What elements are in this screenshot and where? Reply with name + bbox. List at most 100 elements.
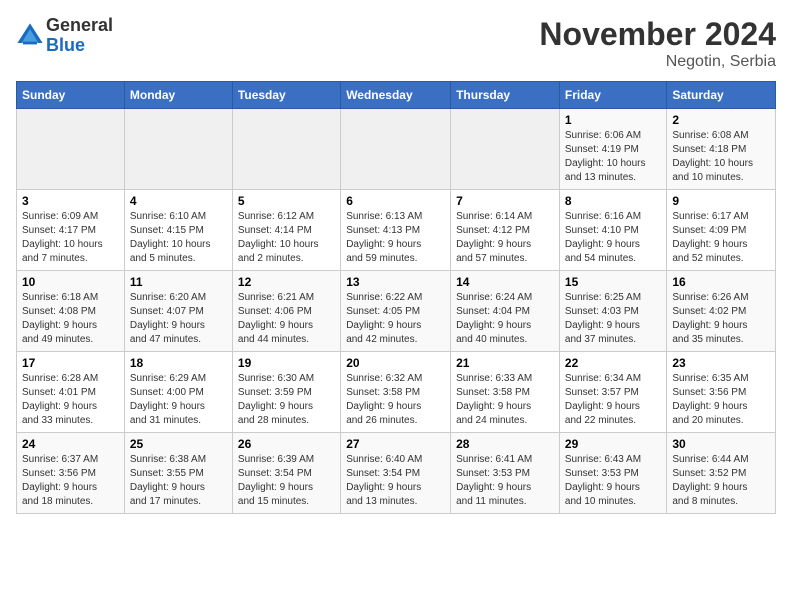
day-number: 30 [672,437,770,451]
day-number: 1 [565,113,661,127]
calendar-header: Sunday Monday Tuesday Wednesday Thursday… [17,82,776,109]
calendar-week-3: 10 Sunrise: 6:18 AM Sunset: 4:08 PM Dayli… [17,271,776,352]
header-saturday: Saturday [667,82,776,109]
calendar-cell-w4-d4: 20Sunrise: 6:32 AM Sunset: 3:58 PM Dayli… [341,352,451,433]
calendar-cell-w4-d6: 22 Sunrise: 6:34 AM Sunset: 3:57 PM Dayli… [559,352,666,433]
day-number: 23 [672,356,770,370]
calendar-cell-w5-d2: 25Sunrise: 6:38 AM Sunset: 3:55 PM Dayli… [124,433,232,514]
calendar-cell-w2-d2: 4 Sunrise: 6:10 AM Sunset: 4:15 PM Daylig… [124,190,232,271]
day-number: 18 [130,356,227,370]
calendar-cell-w1-d4 [341,109,451,190]
calendar-cell-w4-d5: 21 Sunrise: 6:33 AM Sunset: 3:58 PM Dayli… [451,352,560,433]
calendar-week-1: 1 Sunrise: 6:06 AM Sunset: 4:19 PM Daylig… [17,109,776,190]
header-thursday: Thursday [451,82,560,109]
day-info: Sunrise: 6:44 AM Sunset: 3:52 PM Dayligh… [672,453,770,509]
day-info: Sunrise: 6:35 AM Sunset: 3:56 PM Dayligh… [672,372,770,428]
calendar-cell-w2-d1: 3Sunrise: 6:09 AM Sunset: 4:17 PM Daylig… [17,190,125,271]
calendar-cell-w5-d4: 27Sunrise: 6:40 AM Sunset: 3:54 PM Dayli… [341,433,451,514]
logo-icon [16,22,44,50]
day-number: 24 [22,437,119,451]
day-info: Sunrise: 6:40 AM Sunset: 3:54 PM Dayligh… [346,453,445,509]
calendar-cell-w1-d5 [451,109,560,190]
calendar-cell-w3-d7: 16Sunrise: 6:26 AM Sunset: 4:02 PM Dayli… [667,271,776,352]
day-number: 14 [456,275,554,289]
day-info: Sunrise: 6:37 AM Sunset: 3:56 PM Dayligh… [22,453,119,509]
day-info: Sunrise: 6:20 AM Sunset: 4:07 PM Dayligh… [130,291,227,347]
day-number: 2 [672,113,770,127]
day-number: 22 [565,356,661,370]
day-info: Sunrise: 6:06 AM Sunset: 4:19 PM Dayligh… [565,129,661,185]
header-monday: Monday [124,82,232,109]
day-number: 17 [22,356,119,370]
day-number: 5 [238,194,335,208]
logo: General Blue [16,16,113,56]
day-info: Sunrise: 6:21 AM Sunset: 4:06 PM Dayligh… [238,291,335,347]
calendar-table: Sunday Monday Tuesday Wednesday Thursday… [16,81,776,514]
day-number: 21 [456,356,554,370]
calendar-week-5: 24 Sunrise: 6:37 AM Sunset: 3:56 PM Dayli… [17,433,776,514]
calendar-cell-w3-d6: 15 Sunrise: 6:25 AM Sunset: 4:03 PM Dayli… [559,271,666,352]
header-sunday: Sunday [17,82,125,109]
day-number: 4 [130,194,227,208]
day-number: 29 [565,437,661,451]
calendar-week-4: 17 Sunrise: 6:28 AM Sunset: 4:01 PM Dayli… [17,352,776,433]
day-info: Sunrise: 6:12 AM Sunset: 4:14 PM Dayligh… [238,210,335,266]
header-tuesday: Tuesday [232,82,340,109]
calendar-cell-w2-d5: 7 Sunrise: 6:14 AM Sunset: 4:12 PM Daylig… [451,190,560,271]
day-info: Sunrise: 6:08 AM Sunset: 4:18 PM Dayligh… [672,129,770,185]
day-number: 10 [22,275,119,289]
day-info: Sunrise: 6:28 AM Sunset: 4:01 PM Dayligh… [22,372,119,428]
day-info: Sunrise: 6:22 AM Sunset: 4:05 PM Dayligh… [346,291,445,347]
title-block: November 2024 Negotin, Serbia [539,16,776,71]
weekday-header-row: Sunday Monday Tuesday Wednesday Thursday… [17,82,776,109]
calendar-cell-w1-d6: 1 Sunrise: 6:06 AM Sunset: 4:19 PM Daylig… [559,109,666,190]
calendar-cell-w2-d7: 9 Sunrise: 6:17 AM Sunset: 4:09 PM Daylig… [667,190,776,271]
calendar-cell-w3-d2: 11 Sunrise: 6:20 AM Sunset: 4:07 PM Dayli… [124,271,232,352]
header-wednesday: Wednesday [341,82,451,109]
month-title: November 2024 [539,16,776,53]
day-number: 6 [346,194,445,208]
day-info: Sunrise: 6:18 AM Sunset: 4:08 PM Dayligh… [22,291,119,347]
calendar-cell-w1-d7: 2 Sunrise: 6:08 AM Sunset: 4:18 PM Daylig… [667,109,776,190]
calendar-cell-w1-d3 [232,109,340,190]
calendar-cell-w5-d7: 30 Sunrise: 6:44 AM Sunset: 3:52 PM Dayli… [667,433,776,514]
day-info: Sunrise: 6:24 AM Sunset: 4:04 PM Dayligh… [456,291,554,347]
day-info: Sunrise: 6:26 AM Sunset: 4:02 PM Dayligh… [672,291,770,347]
day-info: Sunrise: 6:10 AM Sunset: 4:15 PM Dayligh… [130,210,227,266]
day-number: 9 [672,194,770,208]
day-info: Sunrise: 6:39 AM Sunset: 3:54 PM Dayligh… [238,453,335,509]
calendar-cell-w1-d2 [124,109,232,190]
header-friday: Friday [559,82,666,109]
calendar-cell-w4-d3: 19Sunrise: 6:30 AM Sunset: 3:59 PM Dayli… [232,352,340,433]
calendar-week-2: 3Sunrise: 6:09 AM Sunset: 4:17 PM Daylig… [17,190,776,271]
logo-general-text: General [46,15,113,35]
day-number: 7 [456,194,554,208]
day-info: Sunrise: 6:25 AM Sunset: 4:03 PM Dayligh… [565,291,661,347]
day-number: 15 [565,275,661,289]
day-info: Sunrise: 6:14 AM Sunset: 4:12 PM Dayligh… [456,210,554,266]
calendar-cell-w2-d6: 8Sunrise: 6:16 AM Sunset: 4:10 PM Daylig… [559,190,666,271]
day-number: 12 [238,275,335,289]
calendar-cell-w3-d5: 14 Sunrise: 6:24 AM Sunset: 4:04 PM Dayli… [451,271,560,352]
calendar-cell-w3-d4: 13 Sunrise: 6:22 AM Sunset: 4:05 PM Dayli… [341,271,451,352]
day-number: 13 [346,275,445,289]
calendar-body: 1 Sunrise: 6:06 AM Sunset: 4:19 PM Daylig… [17,109,776,514]
calendar-cell-w5-d3: 26 Sunrise: 6:39 AM Sunset: 3:54 PM Dayli… [232,433,340,514]
calendar-cell-w4-d1: 17 Sunrise: 6:28 AM Sunset: 4:01 PM Dayli… [17,352,125,433]
calendar-cell-w4-d7: 23 Sunrise: 6:35 AM Sunset: 3:56 PM Dayli… [667,352,776,433]
calendar-cell-w5-d6: 29 Sunrise: 6:43 AM Sunset: 3:53 PM Dayli… [559,433,666,514]
calendar-cell-w3-d1: 10 Sunrise: 6:18 AM Sunset: 4:08 PM Dayli… [17,271,125,352]
page-header: General Blue November 2024 Negotin, Serb… [16,16,776,71]
day-number: 19 [238,356,335,370]
day-info: Sunrise: 6:33 AM Sunset: 3:58 PM Dayligh… [456,372,554,428]
day-info: Sunrise: 6:43 AM Sunset: 3:53 PM Dayligh… [565,453,661,509]
logo-blue-text: Blue [46,35,85,55]
day-info: Sunrise: 6:16 AM Sunset: 4:10 PM Dayligh… [565,210,661,266]
day-number: 11 [130,275,227,289]
day-number: 3 [22,194,119,208]
calendar-cell-w1-d1 [17,109,125,190]
day-number: 26 [238,437,335,451]
location: Negotin, Serbia [539,53,776,71]
day-info: Sunrise: 6:17 AM Sunset: 4:09 PM Dayligh… [672,210,770,266]
day-info: Sunrise: 6:34 AM Sunset: 3:57 PM Dayligh… [565,372,661,428]
